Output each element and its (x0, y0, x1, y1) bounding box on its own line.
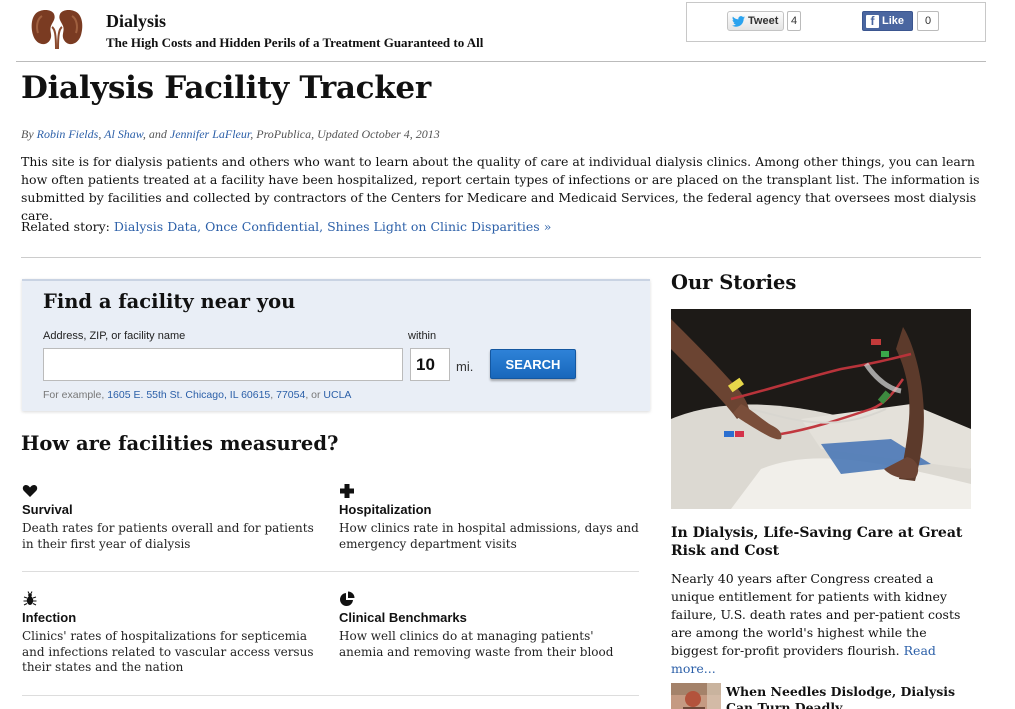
story-thumbnail-photo (671, 683, 721, 709)
related-label: Related story: (21, 219, 110, 234)
distance-unit: mi. (456, 359, 474, 374)
social-share-box: Tweet 4 f Like 0 (686, 2, 986, 42)
section-divider (21, 257, 981, 258)
measures-divider (22, 695, 639, 696)
example-link[interactable]: 1605 E. 55th St. Chicago, IL 60615 (107, 389, 270, 401)
heart-icon (22, 484, 38, 497)
measure-hospitalization[interactable]: Hospitalization How clinics rate in hosp… (339, 483, 639, 552)
measure-title: Infection (22, 610, 77, 625)
facebook-icon: f (866, 14, 879, 28)
story-summary: Nearly 40 years after Congress created a… (671, 570, 971, 678)
page-title: Dialysis Facility Tracker (21, 70, 431, 106)
story-headline[interactable]: In Dialysis, Life-Saving Care at Great R… (671, 524, 971, 560)
within-label: within (408, 330, 437, 342)
measure-title: Clinical Benchmarks (339, 610, 467, 625)
site-title[interactable]: Dialysis (106, 11, 166, 32)
story-photo[interactable] (671, 309, 971, 509)
intro-paragraph: This site is for dialysis patients and o… (21, 154, 980, 223)
tweet-button[interactable]: Tweet (727, 11, 784, 31)
author-link[interactable]: Jennifer LaFleur (170, 127, 250, 141)
address-search-input[interactable] (43, 348, 403, 381)
measure-description: Death rates for patients overall and for… (22, 521, 314, 551)
measures-heading: How are facilities measured? (21, 432, 339, 455)
measure-description: How well clinics do at managing patients… (339, 629, 614, 659)
kidneys-icon[interactable] (30, 7, 84, 49)
search-button[interactable]: SEARCH (490, 349, 576, 379)
measure-survival[interactable]: Survival Death rates for patients overal… (22, 483, 322, 552)
dialysis-patient-photo (671, 309, 971, 509)
measure-description: How clinics rate in hospital admissions,… (339, 521, 639, 551)
measure-title: Survival (22, 502, 73, 517)
address-label: Address, ZIP, or facility name (43, 330, 186, 342)
plus-icon (340, 484, 354, 498)
measures-divider (22, 571, 639, 572)
pie-chart-icon (340, 591, 355, 606)
measure-description: Clinics' rates of hospitalizations for s… (22, 629, 314, 674)
tweet-count: 4 (787, 11, 801, 31)
example-link[interactable]: 77054 (276, 389, 305, 401)
facility-search-panel: Find a facility near you Address, ZIP, o… (22, 279, 650, 411)
related-story-link[interactable]: Dialysis Data, Once Confidential, Shines… (114, 219, 552, 234)
measure-infection[interactable]: Infection Clinics' rates of hospitalizat… (22, 591, 322, 676)
distance-input[interactable] (410, 348, 450, 381)
facebook-like-button[interactable]: f Like (862, 11, 913, 31)
example-link[interactable]: UCLA (323, 389, 351, 401)
story-headline[interactable]: When Needles Dislodge, Dialysis Can Turn… (726, 684, 976, 709)
measure-clinical-benchmarks[interactable]: Clinical Benchmarks How well clinics do … (339, 591, 639, 660)
related-story: Related story: Dialysis Data, Once Confi… (21, 219, 551, 234)
measure-title: Hospitalization (339, 502, 432, 517)
author-link[interactable]: Robin Fields (37, 127, 99, 141)
like-label: Like (882, 15, 905, 27)
site-subtitle: The High Costs and Hidden Perils of a Tr… (106, 35, 484, 50)
search-heading: Find a facility near you (43, 290, 296, 313)
search-examples: For example, 1605 E. 55th St. Chicago, I… (43, 389, 352, 401)
like-count: 0 (917, 11, 939, 31)
header-divider (16, 61, 986, 62)
our-stories-heading: Our Stories (671, 271, 797, 294)
story-thumbnail[interactable] (671, 683, 721, 709)
bug-icon (23, 591, 37, 606)
twitter-bird-icon (732, 15, 745, 27)
site-header: Dialysis The High Costs and Hidden Peril… (0, 0, 1015, 62)
author-link[interactable]: Al Shaw (104, 127, 143, 141)
tweet-label: Tweet (748, 15, 779, 27)
byline: By Robin Fields, Al Shaw, and Jennifer L… (21, 127, 440, 141)
